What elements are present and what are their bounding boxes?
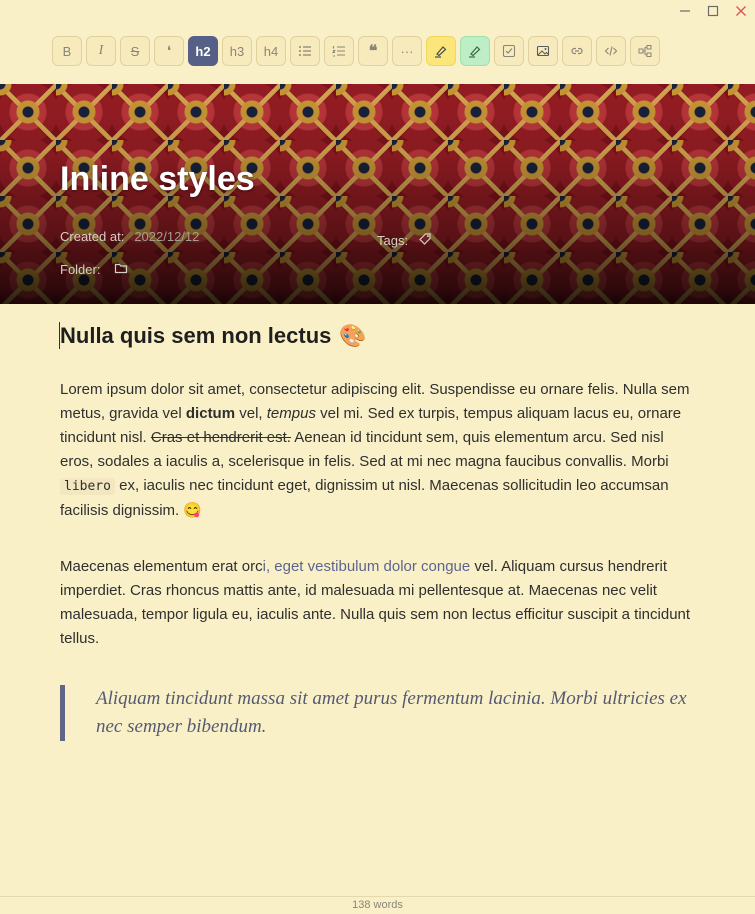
ordered-list-button[interactable]	[324, 36, 354, 66]
task-list-button[interactable]	[494, 36, 524, 66]
minimize-icon[interactable]	[671, 0, 699, 22]
created-label: Created at:	[60, 229, 125, 244]
tag-icon[interactable]	[418, 232, 432, 249]
paragraph-2[interactable]: Maecenas elementum erat orci, eget vesti…	[60, 555, 692, 651]
blockquote-button[interactable]: ❝	[358, 36, 388, 66]
h2-button[interactable]: h2	[188, 36, 218, 66]
p2-text: Maecenas elementum erat orc	[60, 558, 263, 575]
heading-text: Nulla quis sem non lectus	[60, 323, 332, 348]
p1-bold: dictum	[185, 405, 236, 422]
h4-label: h4	[263, 43, 279, 59]
folder-meta: Folder:	[60, 261, 128, 278]
blockquote[interactable]: Aliquam tincidunt massa sit amet purus f…	[60, 685, 692, 741]
tags-label: Tags:	[377, 233, 409, 248]
diagram-button[interactable]	[630, 36, 660, 66]
strike-label: S	[130, 43, 140, 59]
folder-icon[interactable]	[114, 261, 128, 278]
highlight-yellow-button[interactable]	[426, 36, 456, 66]
strike-button[interactable]: S	[120, 36, 150, 66]
italic-label: I	[98, 43, 104, 58]
cover-banner[interactable]: Inline styles Created at: 2022/12/12 Tag…	[0, 84, 755, 304]
blockquote-label: ❝	[368, 43, 378, 60]
h2-label: h2	[195, 43, 211, 59]
link-icon	[571, 47, 583, 55]
highlighter-icon	[469, 46, 481, 58]
format-toolbar: B I S ❛ h2 h3 h4 ❝ ···	[52, 36, 660, 66]
yum-emoji: 😋	[183, 502, 203, 519]
word-count: 138 words	[352, 899, 403, 911]
editor-window: B I S ❛ h2 h3 h4 ❝ ··· Inline styles Cre…	[0, 0, 755, 914]
image-button[interactable]	[528, 36, 558, 66]
created-meta: Created at: 2022/12/12	[60, 229, 199, 244]
p1-strike: Cras et hendrerit est.	[150, 429, 291, 446]
mark-button[interactable]: ❛	[154, 36, 184, 66]
p1-text: ex, iaculis nec tincidunt eget, dignissi…	[60, 477, 669, 519]
text-cursor	[59, 322, 60, 349]
divider-button[interactable]: ···	[392, 36, 422, 66]
p1-italic: tempus	[266, 405, 316, 422]
close-icon[interactable]	[727, 0, 755, 22]
code-icon	[604, 46, 618, 56]
highlight-green-button[interactable]	[460, 36, 490, 66]
mark-label: ❛	[166, 43, 172, 58]
maximize-icon[interactable]	[699, 0, 727, 22]
tags-meta: Tags:	[377, 232, 432, 249]
ordered-list-icon	[332, 46, 345, 57]
window-controls	[671, 0, 755, 22]
h3-button[interactable]: h3	[222, 36, 252, 66]
divider-label: ···	[400, 43, 414, 59]
link-button[interactable]	[562, 36, 592, 66]
diagram-icon	[638, 45, 652, 57]
bullet-list-button[interactable]	[290, 36, 320, 66]
created-value: 2022/12/12	[134, 229, 200, 244]
bold-button[interactable]: B	[52, 36, 82, 66]
h4-button[interactable]: h4	[256, 36, 286, 66]
bold-label: B	[62, 43, 72, 59]
highlighter-icon	[435, 46, 447, 58]
checkbox-icon	[502, 44, 516, 58]
italic-button[interactable]: I	[86, 36, 116, 66]
editor-content[interactable]: Nulla quis sem non lectus 🎨 Lorem ipsum …	[59, 320, 692, 741]
image-icon	[536, 45, 550, 57]
content-heading[interactable]: Nulla quis sem non lectus 🎨	[60, 320, 692, 352]
paragraph-1[interactable]: Lorem ipsum dolor sit amet, consectetur …	[60, 378, 692, 523]
status-bar: 138 words	[0, 896, 755, 914]
folder-label: Folder:	[60, 262, 101, 277]
note-title[interactable]: Inline styles	[60, 160, 255, 199]
code-button[interactable]	[596, 36, 626, 66]
p1-text: vel,	[235, 405, 267, 422]
h3-label: h3	[229, 43, 245, 59]
palette-emoji: 🎨	[339, 323, 367, 348]
p1-inline-code: libero	[60, 478, 115, 495]
bullet-list-icon	[299, 46, 311, 56]
p2-link[interactable]: i, eget vestibulum dolor congue	[263, 558, 471, 575]
